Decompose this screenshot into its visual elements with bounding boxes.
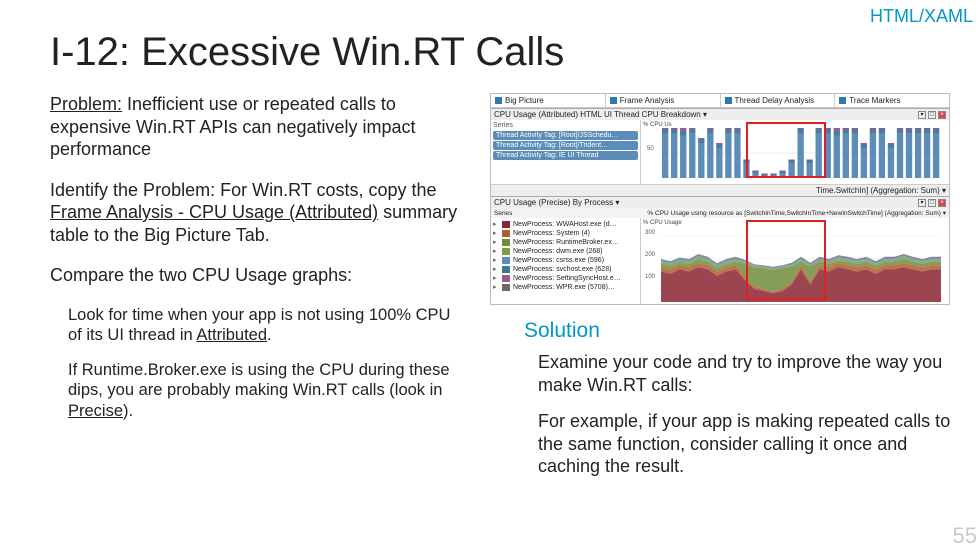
solution-heading: Solution [524,319,961,343]
identify-paragraph: Identify the Problem: For Win.RT costs, … [50,179,468,247]
sub2-paragraph: If Runtime.Broker.exe is using the CPU d… [68,360,468,422]
slide-title: I-12: Excessive Win.RT Calls [50,30,961,75]
platform-tag: HTML/XAML [870,6,973,27]
legend-precise: ▸NewProcess: WWAHost.exe (d… ▸NewProcess… [491,218,641,304]
panel-head-precise: CPU Usage (Precise) By Process ▾ ▾ □ × [491,197,949,208]
tab-icon [725,97,732,104]
max-icon[interactable]: □ [928,111,936,119]
tab-label: Big Picture [505,96,544,105]
chart-attributed: % CPU Us 50 [641,120,949,184]
problem-label: Problem: [50,94,122,114]
panel-title: CPU Usage (Precise) By Process ▾ [494,198,619,207]
y-tick: 50 [647,146,654,152]
sub2-link: Precise [68,402,123,420]
tab-trace-markers[interactable]: Trace Markers [835,94,949,107]
panel-subhead-precise: Series % CPU Usage using resource as [Sw… [491,208,949,218]
panel-title: CPU Usage (Attributed) HTML UI Thread CP… [494,110,707,119]
screenshot-mock: Big Picture Frame Analysis Thread Delay … [490,93,950,305]
legend-attributed: Series Thread Activity Tag: [Root]/JSSch… [491,120,641,184]
legend-row[interactable]: ▸NewProcess: RuntimeBroker.ex… [493,238,638,246]
max-icon[interactable]: □ [928,199,936,207]
legend-row[interactable]: Thread Activity Tag: IE UI Thread [493,151,638,160]
page-number: 55 [953,523,977,549]
tab-thread-delay[interactable]: Thread Delay Analysis [721,94,836,107]
legend-row[interactable]: ▸NewProcess: WPR.exe (5708)… [493,283,638,291]
sub1-post: . [267,326,272,344]
sub2-pre: If Runtime.Broker.exe is using the CPU d… [68,361,450,400]
panel-right-title: Time.SwitchIn] (Aggregation: Sum) ▾ [816,186,946,195]
min-icon[interactable]: ▾ [918,199,926,207]
legend-row[interactable]: ▸NewProcess: csrss.exe (596) [493,256,638,264]
tab-icon [839,97,846,104]
tab-big-picture[interactable]: Big Picture [491,94,606,107]
sub1-paragraph: Look for time when your app is not using… [68,305,468,346]
sub2-post: ). [123,402,133,420]
identify-label: Identify the Problem: [50,180,215,200]
legend-row[interactable]: ▸NewProcess: dwm.exe (268) [493,247,638,255]
y-tick: 300 [645,230,655,236]
legend-row[interactable]: Thread Activity Tag: [Root]/JSSchedu… [493,131,638,140]
panel-precise: CPU Usage (Precise) By Process ▾ ▾ □ × S… [491,196,949,304]
y-tick: 200 [645,252,655,258]
panel-footer-attributed: Time.SwitchIn] (Aggregation: Sum) ▾ [491,184,949,196]
min-icon[interactable]: ▾ [918,111,926,119]
solution-p2: For example, if your app is making repea… [538,410,951,478]
identify-link: Frame Analysis - CPU Usage (Attributed) [50,202,378,222]
tab-label: Frame Analysis [620,96,675,105]
problem-paragraph: Problem: Inefficient use or repeated cal… [50,93,468,161]
close-icon[interactable]: × [938,111,946,119]
compare-paragraph: Compare the two CPU Usage graphs: [50,264,468,287]
left-column: Problem: Inefficient use or repeated cal… [50,93,468,492]
tab-label: Thread Delay Analysis [735,96,815,105]
right-column: Big Picture Frame Analysis Thread Delay … [496,93,961,492]
chart-precise: % CPU Usage 300 200 100 [641,218,949,304]
two-columns: Problem: Inefficient use or repeated cal… [50,93,961,492]
tab-frame-analysis[interactable]: Frame Analysis [606,94,721,107]
tab-icon [495,97,502,104]
panel-attributed: CPU Usage (Attributed) HTML UI Thread CP… [491,108,949,196]
legend-row[interactable]: ▸NewProcess: WWAHost.exe (d… [493,220,638,228]
tab-label: Trace Markers [849,96,900,105]
legend-row[interactable]: ▸NewProcess: SettingSyncHost.e… [493,274,638,282]
close-icon[interactable]: × [938,199,946,207]
panel-controls: ▾ □ × [918,199,946,207]
panel-body-precise: ▸NewProcess: WWAHost.exe (d… ▸NewProcess… [491,218,949,304]
highlight-box [746,220,826,300]
panel-right-title: % CPU Usage using resource as [SwitchInT… [647,209,946,217]
legend-row[interactable]: ▸NewProcess: System (4) [493,229,638,237]
panel-controls: ▾ □ × [918,111,946,119]
sub1-link: Attributed [196,326,267,344]
tab-icon [610,97,617,104]
tab-bar: Big Picture Frame Analysis Thread Delay … [491,94,949,108]
panel-head-attributed: CPU Usage (Attributed) HTML UI Thread CP… [491,109,949,120]
y-tick: 100 [645,274,655,280]
highlight-box [746,122,826,178]
legend-header: Series [493,122,638,129]
legend-row[interactable]: Thread Activity Tag: [Root]/Trident… [493,141,638,150]
panel-body-attributed: Series Thread Activity Tag: [Root]/JSSch… [491,120,949,184]
identify-pre: For Win.RT costs, copy the [215,180,436,200]
slide: HTML/XAML I-12: Excessive Win.RT Calls P… [0,0,979,551]
legend-header: Series [494,210,512,217]
legend-row[interactable]: ▸NewProcess: svchost.exe (628) [493,265,638,273]
solution-p1: Examine your code and try to improve the… [538,351,951,396]
